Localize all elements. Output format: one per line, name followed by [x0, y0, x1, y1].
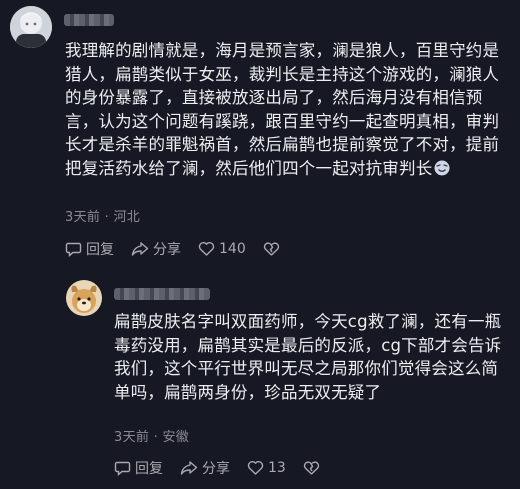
username-redacted[interactable]	[114, 288, 210, 300]
dog-avatar-icon[interactable]	[66, 280, 102, 316]
comment-actions: 回复 分享 140	[65, 239, 280, 259]
comment-meta: 3天前 · 安徽	[114, 430, 190, 445]
heart-icon	[198, 242, 215, 256]
reply-label: 回复	[135, 461, 163, 477]
comment-meta: 3天前 · 河北	[65, 210, 141, 225]
share-label: 分享	[202, 461, 230, 477]
reply-button[interactable]: 回复	[65, 239, 114, 259]
reply-icon	[114, 461, 131, 476]
like-count: 13	[268, 460, 286, 476]
user-avatar-icon[interactable]	[10, 6, 52, 48]
like-button[interactable]: 140	[198, 241, 246, 257]
reply-button[interactable]: 回复	[114, 458, 163, 478]
share-button[interactable]: 分享	[180, 458, 230, 478]
reply-icon	[65, 242, 82, 257]
broken-heart-icon	[303, 461, 319, 475]
comment-actions: 回复 分享 13	[114, 458, 320, 478]
reply-label: 回复	[86, 242, 114, 258]
broken-heart-icon	[263, 242, 279, 256]
like-button[interactable]: 13	[247, 460, 286, 476]
share-button[interactable]: 分享	[131, 239, 181, 259]
dislike-button[interactable]	[303, 460, 320, 476]
username-redacted[interactable]	[64, 14, 114, 26]
heart-icon	[247, 461, 264, 475]
dislike-button[interactable]	[263, 241, 280, 257]
share-label: 分享	[153, 242, 181, 258]
smile-emoji-icon	[434, 159, 450, 175]
comment-text: 我理解的剧情就是，海月是预言家，澜是狼人，百里守约是猎人，扁鹊类似于女巫，裁判长…	[65, 41, 500, 178]
share-icon	[180, 461, 198, 475]
comment-text: 扁鹊皮肤名字叫双面药师，今天cg救了澜，还有一瓶毒药没用，扁鹊其实是最后的反派，…	[114, 312, 502, 402]
like-count: 140	[219, 241, 246, 257]
share-icon	[131, 242, 149, 256]
